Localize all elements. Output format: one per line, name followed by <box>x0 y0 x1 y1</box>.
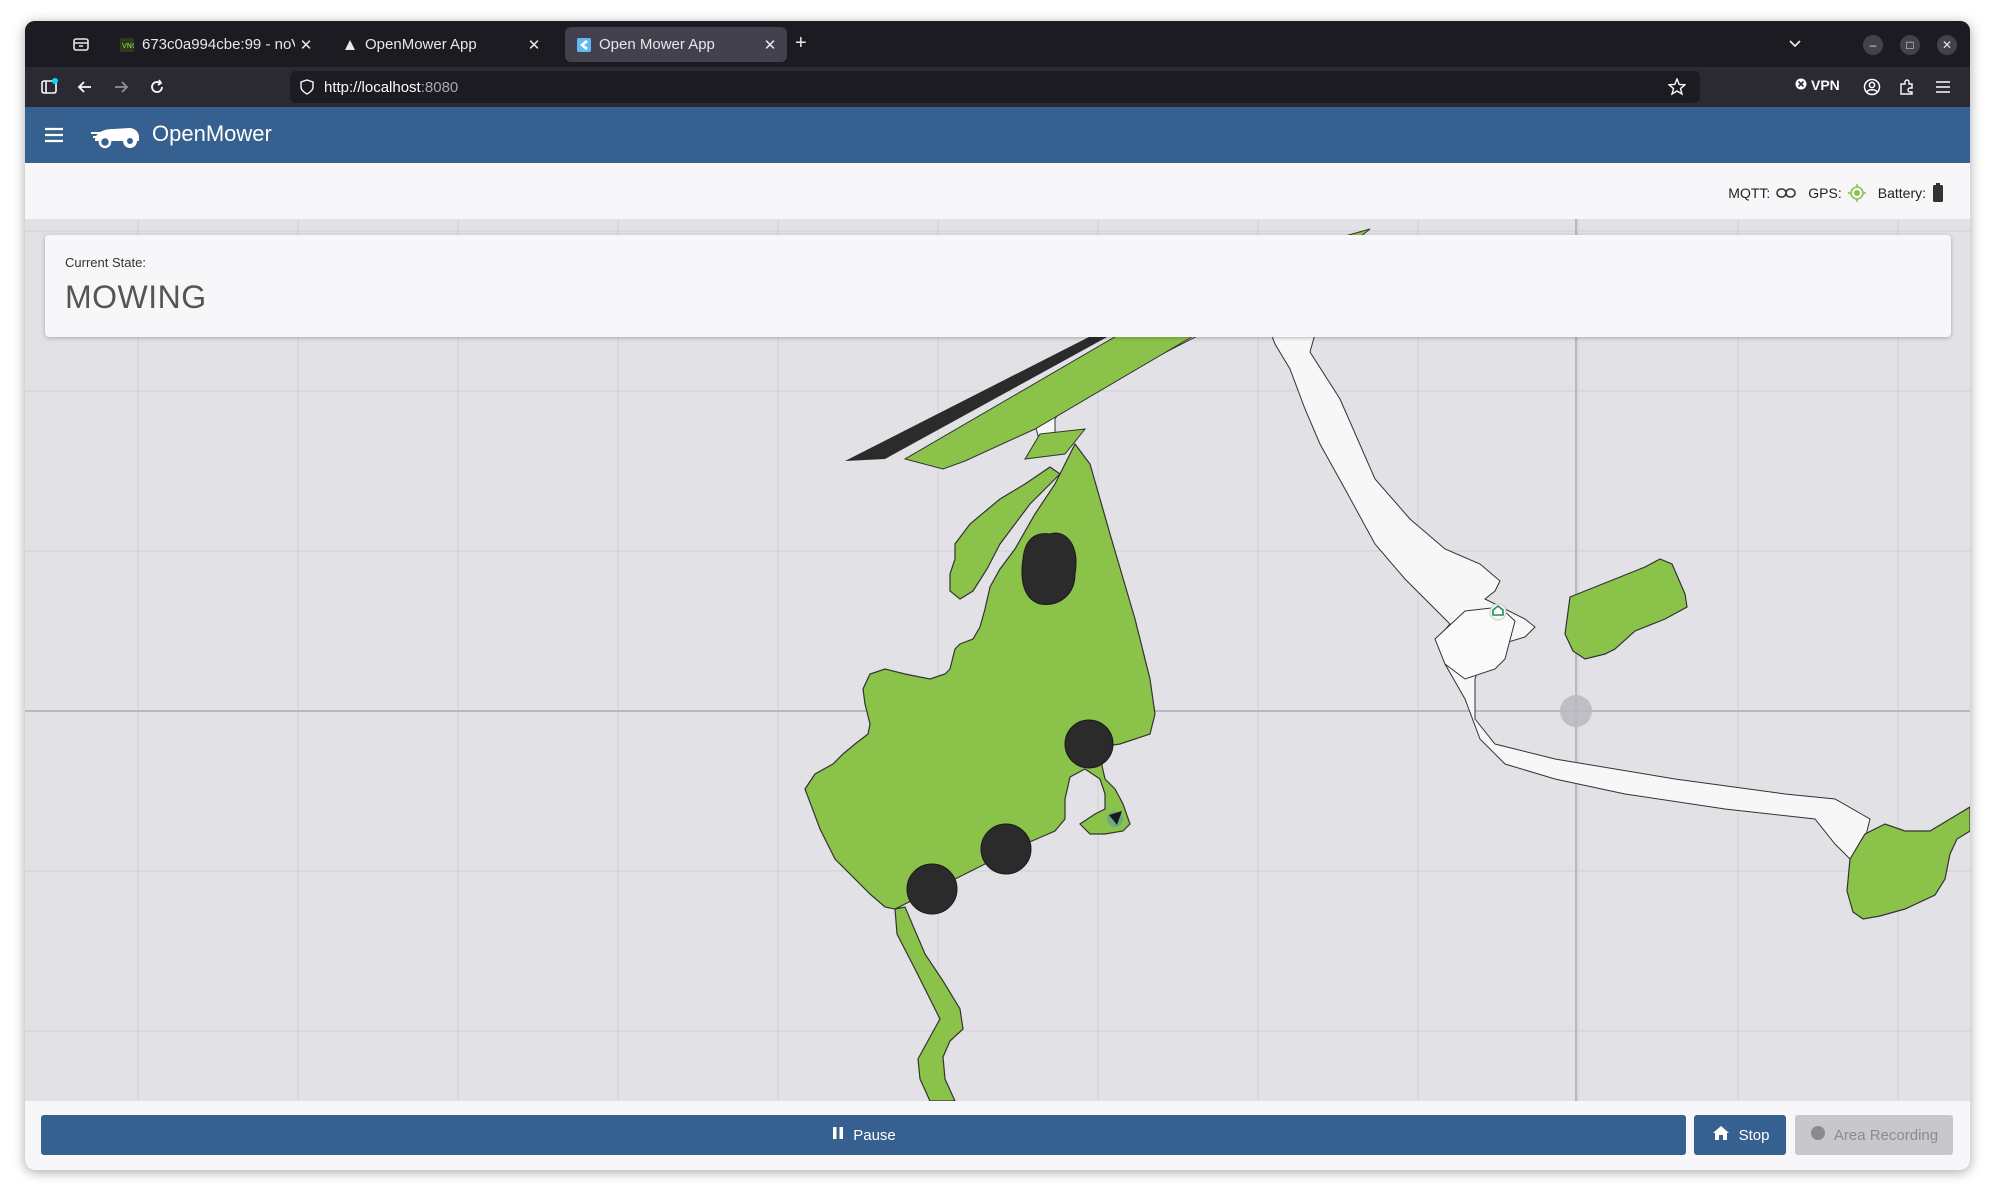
app-favicon-icon <box>343 38 357 52</box>
vnc-favicon-icon: VNC <box>120 37 134 52</box>
bottom-action-bar: Pause Stop Area Recording <box>25 1101 1970 1170</box>
tab-label: Open Mower App <box>599 36 715 53</box>
stop-label: Stop <box>1738 1126 1770 1144</box>
current-state-value: MOWING <box>65 279 207 315</box>
url-port: :8080 <box>420 78 459 96</box>
tab-strip: VNC 673c0a994cbe:99 - noVNC ✕ OpenMower … <box>25 21 1970 67</box>
main-lawn-area <box>804 442 1156 910</box>
pause-icon <box>831 1125 845 1145</box>
tab-overview-icon[interactable] <box>70 33 92 55</box>
record-icon <box>1810 1125 1826 1145</box>
reload-icon[interactable] <box>147 77 167 97</box>
mower-map[interactable]: Current State: MOWING <box>25 219 1970 1101</box>
vpn-off-icon <box>1795 77 1807 93</box>
chevron-down-icon[interactable] <box>1787 35 1803 56</box>
svg-text:VNC: VNC <box>122 42 134 50</box>
home-icon <box>1711 1124 1731 1146</box>
vpn-button[interactable]: VPN <box>1795 77 1840 93</box>
back-icon[interactable] <box>75 77 95 97</box>
maximize-icon[interactable]: □ <box>1900 35 1920 55</box>
flutter-favicon-icon <box>577 37 591 52</box>
openmower-logo <box>91 121 143 154</box>
current-state-label: Current State: <box>65 255 146 270</box>
robot-position-icon <box>1107 811 1123 827</box>
gps-label: GPS: <box>1808 185 1842 201</box>
app-menu-icon[interactable] <box>1933 77 1953 97</box>
browser-window: VNC 673c0a994cbe:99 - noVNC ✕ OpenMower … <box>25 21 1970 1170</box>
pause-button[interactable]: Pause <box>41 1115 1686 1155</box>
link-icon <box>1776 187 1797 199</box>
close-tab-icon[interactable]: ✕ <box>523 36 545 54</box>
url-host: http://localhost <box>324 78 421 96</box>
app-bar: OpenMower <box>25 107 1970 163</box>
map-crosshair <box>1560 695 1592 727</box>
hamburger-menu-icon[interactable] <box>43 124 65 146</box>
close-tab-icon[interactable]: ✕ <box>295 36 317 54</box>
area-recording-button[interactable]: Area Recording <box>1795 1115 1953 1155</box>
stop-button[interactable]: Stop <box>1694 1115 1786 1155</box>
battery-icon <box>1932 183 1944 203</box>
battery-label: Battery: <box>1877 185 1926 201</box>
lawn-corridor <box>894 906 964 1101</box>
new-tab-icon[interactable]: + <box>795 33 807 53</box>
tab-label: OpenMower App <box>365 36 477 53</box>
app-title: OpenMower <box>152 121 272 146</box>
close-window-icon[interactable]: ✕ <box>1937 35 1957 55</box>
minimize-icon[interactable]: – <box>1863 35 1883 55</box>
openmower-app: OpenMower MQTT: GPS: Battery: Current St… <box>25 107 1970 1170</box>
docking-station-icon <box>1489 603 1507 621</box>
close-tab-icon[interactable]: ✕ <box>759 36 781 54</box>
extensions-icon[interactable] <box>1897 77 1917 97</box>
account-icon[interactable] <box>1862 77 1882 97</box>
area-recording-label: Area Recording <box>1833 1126 1939 1144</box>
pause-label: Pause <box>853 1126 896 1144</box>
shield-icon <box>300 79 314 95</box>
vpn-label: VPN <box>1811 77 1840 93</box>
status-bar: MQTT: GPS: Battery: <box>25 163 1970 220</box>
mqtt-label: MQTT: <box>1728 185 1771 201</box>
forward-icon[interactable] <box>111 77 131 97</box>
current-state-card: Current State: MOWING <box>45 235 1951 337</box>
tab-novnc[interactable]: VNC 673c0a994cbe:99 - noVNC ✕ <box>108 27 323 62</box>
tab-openmower-app[interactable]: OpenMower App ✕ <box>331 27 551 62</box>
tab-label: 673c0a994cbe:99 - noVNC <box>142 36 295 53</box>
bookmark-star-icon[interactable] <box>1667 77 1687 100</box>
tab-open-mower-app-active[interactable]: Open Mower App ✕ <box>565 27 787 62</box>
right-lawn-patch <box>1564 558 1688 660</box>
sidebar-toggle-icon[interactable] <box>39 77 59 97</box>
address-bar[interactable]: http://localhost:8080 <box>290 71 1700 103</box>
nav-bar: http://localhost:8080 VPN <box>25 67 1970 107</box>
gps-fixed-icon <box>1847 184 1866 202</box>
navigation-paths <box>1034 288 1871 860</box>
